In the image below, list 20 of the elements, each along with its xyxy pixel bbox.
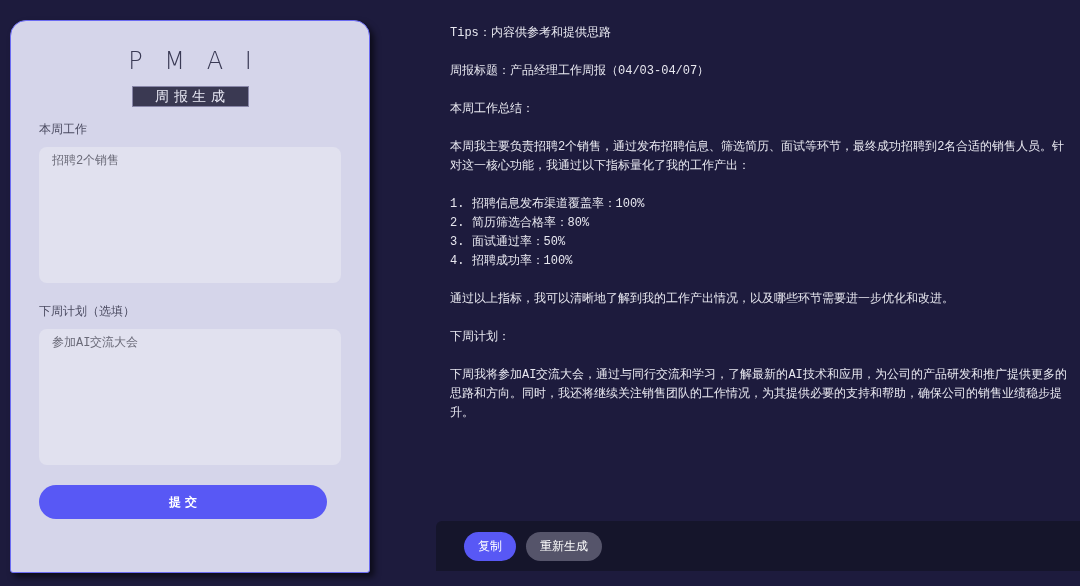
output-paragraph: 通过以上指标，我可以清晰地了解到我的工作产出情况，以及哪些环节需要进一步优化和改进。 <box>450 291 955 308</box>
output-paragraph: 周报标题：产品经理工作周报（04/03-04/07） <box>450 63 711 80</box>
list-item: 2. 简历筛选合格率：80% <box>450 215 591 232</box>
output-paragraph: 本周我主要负责招聘2个销售，通过发布招聘信息、筛选简历、面试等环节，最终成功招聘到2名合适的销售人员。针对这一核心功能，我通过以下指标量化了我的工作产出： <box>450 139 1066 175</box>
output-paragraph: 本周工作总结： <box>450 101 535 118</box>
list-item: 1. 招聘信息发布渠道覆盖率：100% <box>450 196 646 213</box>
logo: PMAI <box>127 47 274 75</box>
field-label: 下周计划（选填） <box>39 303 136 319</box>
output-paragraph: Tips：内容供参考和提供思路 <box>450 25 612 42</box>
copy-button[interactable]: 复制 <box>464 531 516 561</box>
list-item: 3. 面试通过率：50% <box>450 234 567 251</box>
field-label: 本周工作 <box>39 121 88 137</box>
list-item: 4. 招聘成功率：100% <box>450 253 574 270</box>
text-area[interactable]: 参加AI交流大会 <box>39 329 341 465</box>
form-title: 周报生成 <box>131 86 249 107</box>
submit-button[interactable]: 提 交 <box>39 485 327 519</box>
output-paragraph: 下周我将参加AI交流大会，通过与同行交流和学习，了解最新的AI技术和应用，为公司的产品研发和推广提供更多的思路和方向。同时，我还将继续关注销售团队的工作情况，为其提供必要的支持和帮助，确保公司的销售业绩稳步提升。 <box>450 367 1068 422</box>
regenerate-button[interactable]: 重新生成 <box>526 531 602 561</box>
output-paragraph: 下周计划： <box>450 329 511 346</box>
text-area[interactable]: 招聘2个销售 <box>39 147 341 283</box>
